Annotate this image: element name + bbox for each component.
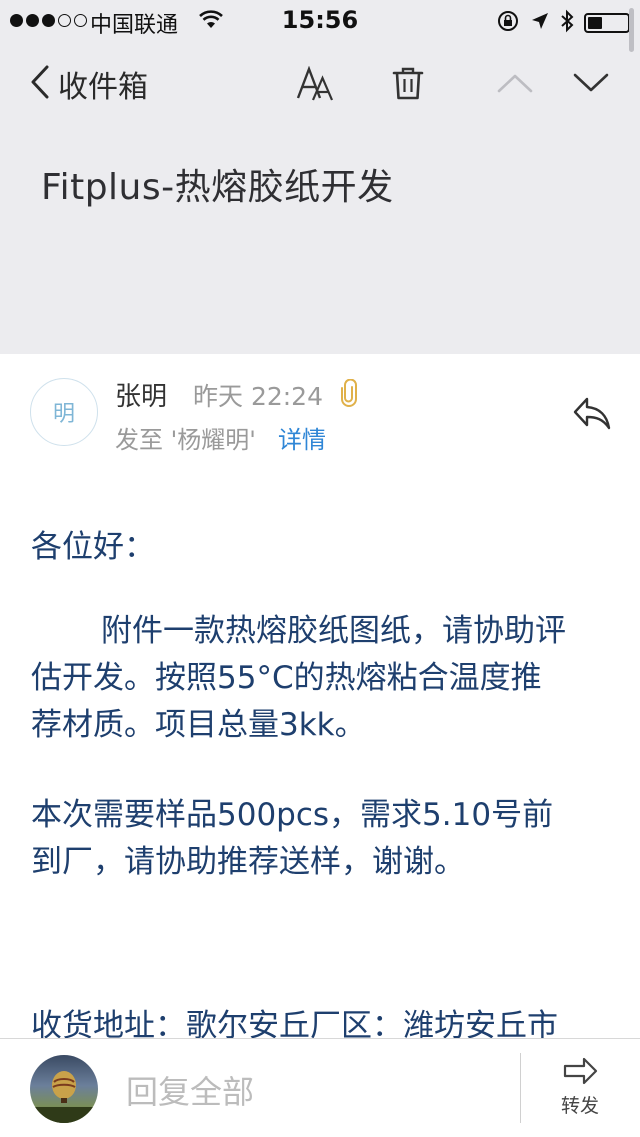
avatar-initial: 明 [52,402,75,427]
scrollbar[interactable] [629,8,634,52]
sender-avatar[interactable]: 明 [30,378,98,446]
forward-icon [562,1057,598,1089]
sender-name[interactable]: 张明 [115,376,167,413]
back-label: 收件箱 [58,70,148,105]
trash-icon[interactable] [392,66,424,106]
header-area: 中国联通 15:56 收件箱 Fitplus-热熔胶纸开发 [0,0,640,354]
reply-all-input[interactable]: 回复全部 [126,1067,254,1113]
greeting-text: 各位好： [31,529,155,565]
para1-line1: 附件一款热熔胶纸图纸，请协助评 [101,613,566,649]
back-button[interactable]: 收件箱 [30,62,148,106]
status-bar: 中国联通 15:56 [0,0,640,40]
user-avatar[interactable] [30,1055,98,1123]
location-icon [530,11,550,35]
details-link[interactable]: 详情 [278,420,326,455]
font-size-icon[interactable] [296,65,336,108]
rotation-lock-icon [496,9,520,37]
forward-label: 转发 [560,1095,599,1117]
forward-button[interactable]: 转发 [540,1057,620,1118]
divider [520,1053,521,1123]
bottom-action-bar: 回复全部 转发 [0,1038,640,1137]
recipient-line: 发至 '杨耀明' [115,426,256,454]
attachment-icon[interactable] [340,378,358,411]
reply-icon[interactable] [572,396,612,436]
para2-line1: 本次需要样品500pcs，需求5.10号前 [31,797,554,833]
bluetooth-icon [560,9,574,37]
para1-line3: 荐材质。项目总量3kk。 [31,707,366,743]
email-subject: Fitplus-热熔胶纸开发 [41,167,394,208]
para1-line2: 估开发。按照55°C的热熔粘合温度推 [31,660,542,696]
email-body-paragraph-2: 本次需要样品500pcs，需求5.10号前 到厂，请协助推荐送样，谢谢。 [31,792,616,886]
chevron-left-icon [30,65,50,103]
status-right-icons [496,9,634,37]
para2-line2: 到厂，请协助推荐送样，谢谢。 [31,844,465,880]
chevron-down-icon[interactable] [573,72,609,98]
battery-icon [584,13,634,33]
sent-date: 昨天 22:24 [193,382,323,411]
email-body-greeting: 各位好： [31,524,616,571]
chevron-up-icon[interactable] [497,72,533,98]
email-body-paragraph-1: 附件一款热熔胶纸图纸，请协助评 估开发。按照55°C的热熔粘合温度推 荐材质。项… [31,608,616,749]
